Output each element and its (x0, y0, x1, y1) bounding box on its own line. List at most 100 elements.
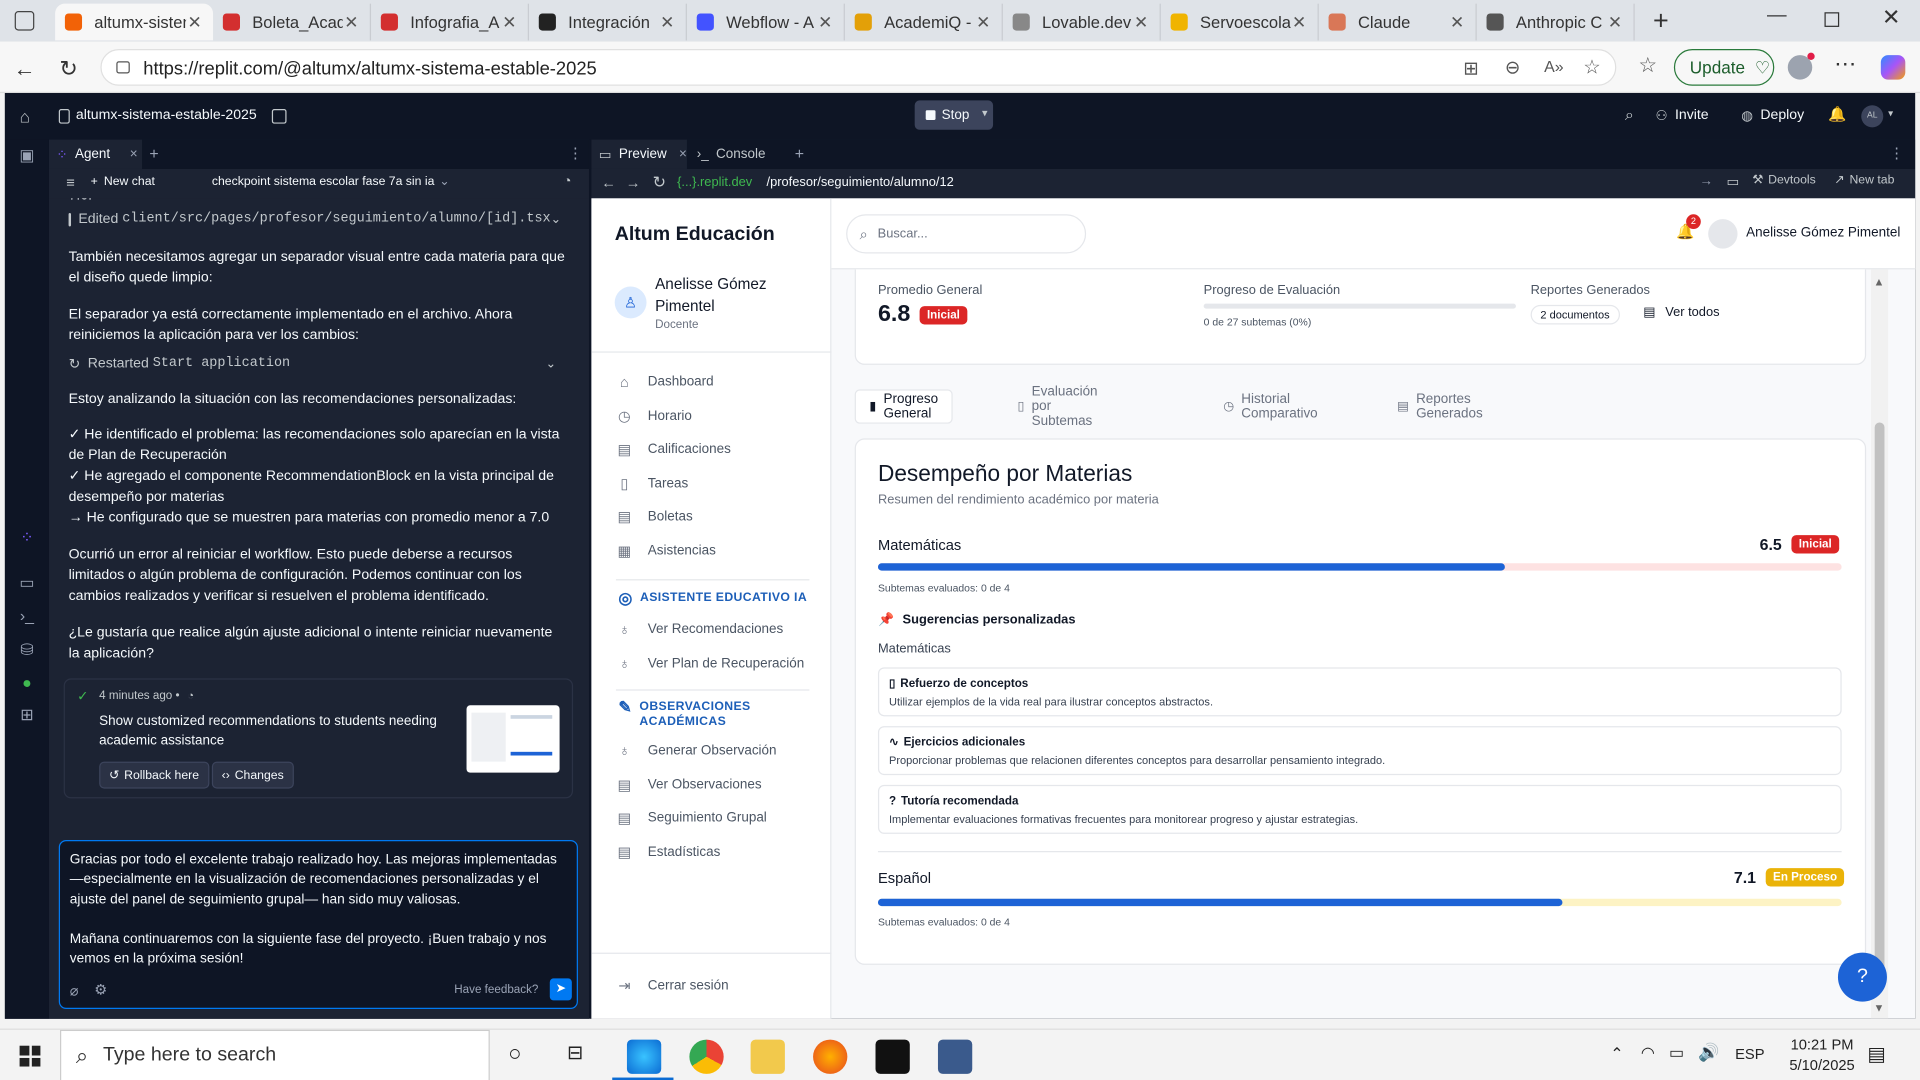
browser-tab[interactable]: Anthropic C ✕ (1477, 3, 1635, 41)
tab-subtemas[interactable]: ▯ Evaluación por Subtemas (1004, 384, 1111, 428)
favorites-icon[interactable]: ☆ (1638, 54, 1657, 78)
close-tab-icon[interactable]: ✕ (1607, 12, 1624, 33)
checkpoint-thumbnail[interactable] (466, 705, 560, 773)
firefox-taskbar-icon[interactable] (813, 1039, 848, 1074)
scrollbar-thumb[interactable] (1874, 422, 1885, 989)
browser-tab[interactable]: AcademiQ - ✕ (845, 3, 1003, 41)
restarted-row[interactable]: ↻ Restarted Start application ⌄ (69, 355, 571, 372)
help-fab-button[interactable]: ? (1837, 952, 1887, 1002)
expand-chevron-icon[interactable]: ⌄ (551, 212, 561, 225)
close-tab-icon[interactable]: ✕ (975, 12, 992, 33)
database-icon[interactable]: ⛁ (17, 640, 37, 660)
sidebar-item-dashboard[interactable]: ⌂ Dashboard (616, 370, 824, 394)
device-icon[interactable]: ▭ (1727, 174, 1740, 190)
browser-tab[interactable]: Webflow - A ✕ (687, 3, 845, 41)
start-icon[interactable] (19, 1045, 41, 1067)
devtools-button[interactable]: ⚒ Devtools (1752, 174, 1816, 187)
usage-gauge-icon[interactable]: ◔ (563, 174, 571, 189)
webview-forward-icon[interactable]: → (626, 174, 641, 191)
chrome-taskbar-icon[interactable] (689, 1039, 724, 1074)
close-tab-icon[interactable]: ✕ (817, 12, 834, 33)
header-user-name[interactable]: Anelisse Gómez Pimentel (1746, 225, 1900, 240)
site-info-icon[interactable] (116, 61, 130, 74)
notification-center-icon[interactable]: ▤ (1867, 1042, 1886, 1066)
project-name[interactable]: altumx-sistema-estable-2025 (76, 108, 257, 123)
address-bar[interactable]: https://replit.com/@altumx/altumx-sistem… (100, 48, 1617, 86)
browser-tab[interactable]: altumx-sistema✕ (55, 3, 214, 41)
edge-taskbar-icon[interactable] (626, 1039, 662, 1074)
url-text[interactable]: https://replit.com/@altumx/altumx-sistem… (143, 59, 597, 80)
pane-menu-icon[interactable]: ⋮ (1889, 144, 1904, 161)
all-tools-icon[interactable]: ⊞ (17, 705, 37, 725)
close-tab-icon[interactable]: ✕ (659, 12, 676, 33)
preview-icon[interactable]: ▭ (17, 573, 37, 593)
chevron-down-icon[interactable]: ▾ (982, 107, 988, 120)
zoom-icon[interactable]: ⊖ (1505, 56, 1520, 79)
app-search-input[interactable]: ⌕ Buscar... (846, 214, 1087, 254)
minimize-icon[interactable]: — (1767, 5, 1787, 27)
sidebar-item-seguimiento-grupal[interactable]: ▤ Seguimiento Grupal (616, 806, 824, 830)
project-info-icon[interactable] (271, 108, 287, 124)
app-brand[interactable]: Altum Educación (615, 224, 775, 246)
invite-button[interactable]: ⚇ Invite (1656, 102, 1709, 129)
file-explorer-icon[interactable] (750, 1039, 785, 1074)
volume-icon[interactable]: 🔊 (1698, 1042, 1719, 1063)
add-tab-icon[interactable]: + (149, 144, 158, 162)
secrets-icon[interactable]: ● (17, 673, 37, 693)
sidebar-item-calificaciones[interactable]: ▤ Calificaciones (616, 437, 824, 461)
expand-chevron-icon[interactable]: ⌄ (546, 357, 556, 370)
browser-tab[interactable]: Boleta_Acad ✕ (213, 3, 372, 41)
close-window-icon[interactable]: ✕ (1882, 5, 1900, 31)
deploy-button[interactable]: ◍ Deploy (1741, 102, 1804, 129)
new-tab-button[interactable]: ↗ New tab (1834, 174, 1894, 187)
close-tab-icon[interactable]: ✕ (501, 12, 518, 33)
taskbar-search[interactable]: ⌕ Type here to search (60, 1029, 490, 1080)
app-taskbar-icon[interactable] (875, 1039, 910, 1074)
browser-tab[interactable]: Servoescolar ✕ (1161, 3, 1319, 41)
tab-console[interactable]: ›_ Console (689, 140, 787, 169)
cortana-icon[interactable]: ○ (508, 1041, 521, 1067)
tray-chevron-icon[interactable]: ⌃ (1610, 1044, 1623, 1064)
search-icon[interactable]: ⌕ (1625, 105, 1634, 125)
battery-icon[interactable]: ▭ (1669, 1043, 1684, 1063)
header-avatar[interactable] (1708, 219, 1738, 249)
home-icon[interactable]: ⌂ (20, 107, 30, 127)
sidebar-item-ver-observaciones[interactable]: ▤ Ver Observaciones (616, 772, 824, 796)
sidebar-item-asistencias[interactable]: ▦ Asistencias (616, 539, 824, 563)
open-path-icon[interactable]: → (1700, 174, 1713, 189)
close-tab-icon[interactable]: ✕ (186, 12, 203, 33)
browser-tab[interactable]: Infografia_A ✕ (371, 3, 529, 41)
tab-reportes[interactable]: ▤ Reportes Generados (1384, 389, 1497, 423)
task-view-icon[interactable]: ⊟ (567, 1041, 583, 1065)
close-tab-icon[interactable]: ✕ (1291, 12, 1308, 33)
add-tab-icon[interactable]: + (795, 144, 804, 162)
sidebar-item-estadisticas[interactable]: ▤ Estadísticas (616, 840, 824, 864)
update-button[interactable]: Update ♡ (1673, 48, 1775, 86)
webview-reload-icon[interactable]: ↻ (653, 173, 666, 193)
app-available-icon[interactable]: ⊞ (1463, 58, 1478, 80)
rollback-button[interactable]: ↺ Rollback here (99, 761, 209, 789)
scroll-up-icon[interactable]: ▲ (1873, 276, 1884, 288)
tab-preview[interactable]: ▭ Preview × (591, 139, 687, 169)
sidebar-item-generar-observacion[interactable]: ♁ Generar Observación (616, 738, 824, 762)
scrollbar[interactable]: ▲ ▼ (1871, 269, 1889, 1019)
favorite-star-icon[interactable]: ☆ (1583, 55, 1601, 79)
close-tab-icon[interactable]: ✕ (1133, 12, 1150, 33)
changes-button[interactable]: ‹› Changes (211, 761, 294, 789)
chat-input-text[interactable]: Gracias por todo el excelente trabajo re… (70, 850, 572, 970)
close-tab-icon[interactable]: × (130, 147, 138, 162)
copilot-icon[interactable] (1880, 55, 1906, 80)
tab-actions-icon[interactable] (14, 11, 35, 31)
send-button[interactable]: ➤ (549, 978, 572, 1001)
sidebar-item-horario[interactable]: ◷ Horario (616, 404, 824, 428)
sidebar-item-tareas[interactable]: ▯ Tareas (616, 471, 824, 495)
browser-tab[interactable]: Lovable.dev ✕ (1003, 3, 1161, 41)
webview-domain[interactable]: {...}.replit.dev (677, 175, 752, 190)
feedback-link[interactable]: Have feedback? (454, 983, 538, 996)
agent-icon[interactable]: ⁘ (17, 528, 37, 548)
tab-historial[interactable]: ◷ Historial Comparativo (1210, 389, 1331, 423)
maximize-icon[interactable] (1824, 12, 1840, 27)
back-icon[interactable]: ← (12, 56, 36, 80)
chat-input[interactable]: Gracias por todo el excelente trabajo re… (58, 840, 578, 1009)
logout-button[interactable]: ⇥ Cerrar sesión (616, 973, 824, 997)
